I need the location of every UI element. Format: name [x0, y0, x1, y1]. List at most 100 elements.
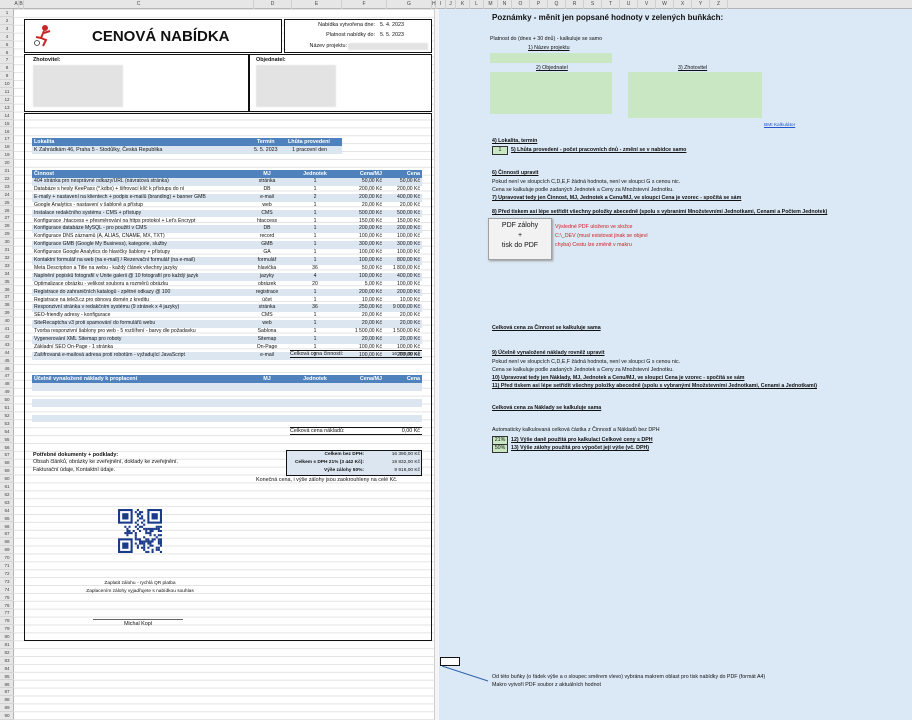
row-header[interactable]: 41: [0, 325, 14, 333]
row-header[interactable]: 62: [0, 491, 14, 499]
table-row[interactable]: [32, 391, 422, 399]
row-header[interactable]: 81: [0, 641, 14, 649]
column-header[interactable]: K: [456, 0, 470, 9]
row-header[interactable]: 45: [0, 357, 14, 365]
row-header[interactable]: 88: [0, 696, 14, 705]
row-header[interactable]: 10: [0, 80, 14, 88]
row-header[interactable]: 59: [0, 467, 14, 476]
row-header[interactable]: 39: [0, 309, 14, 318]
row-header[interactable]: 40: [0, 317, 14, 325]
row-header[interactable]: 60: [0, 475, 14, 483]
row-header[interactable]: 5: [0, 41, 14, 49]
pdf-print-button[interactable]: PDF zálohy + tisk do PDF: [488, 218, 552, 260]
client-input-cell[interactable]: [490, 72, 612, 114]
row-header[interactable]: 30: [0, 238, 14, 246]
row-header[interactable]: 80: [0, 633, 14, 641]
spreadsheet[interactable]: ABCDEFGHIJKLMNOPQRSTUVWXYZ 1 2 3 4 5 6 7 8 9 10 11…: [0, 0, 912, 720]
column-header[interactable]: V: [638, 0, 656, 9]
row-header[interactable]: 71: [0, 562, 14, 570]
row-header[interactable]: 18: [0, 143, 14, 152]
table-row[interactable]: Kontaktní formulář na web (na e-mail) / …: [32, 257, 422, 265]
row-header[interactable]: 43: [0, 341, 14, 349]
row-header[interactable]: 15: [0, 120, 14, 128]
table-row[interactable]: Instalace redakčního systému - CMS + pří…: [32, 209, 422, 218]
column-header[interactable]: N: [498, 0, 512, 9]
table-row[interactable]: [32, 383, 422, 391]
table-row[interactable]: [32, 414, 422, 423]
row-header[interactable]: 64: [0, 507, 14, 515]
column-header[interactable]: Z: [710, 0, 728, 9]
row-header[interactable]: 86: [0, 681, 14, 689]
row-header[interactable]: 87: [0, 688, 14, 697]
row-header[interactable]: 7: [0, 56, 14, 65]
column-header[interactable]: E: [292, 0, 342, 9]
column-header[interactable]: J: [446, 0, 456, 9]
qr-code[interactable]: [118, 509, 162, 553]
column-header[interactable]: P: [530, 0, 548, 9]
table-row[interactable]: Meta Description a Title na webu - každý…: [32, 265, 422, 273]
row-header[interactable]: 9: [0, 72, 14, 81]
row-header[interactable]: 48: [0, 380, 14, 389]
row-header[interactable]: 44: [0, 349, 14, 357]
table-row[interactable]: Databáze s hesly KeePass (*.kdbx) + šifr…: [32, 186, 422, 194]
table-row[interactable]: Konfigurace Google Analytics do hlavičky…: [32, 249, 422, 257]
row-header[interactable]: 55: [0, 436, 14, 444]
row-header[interactable]: 23: [0, 183, 14, 191]
row-header[interactable]: 26: [0, 207, 14, 215]
table-row[interactable]: Konfigurace GMB (Google My Business), ka…: [32, 241, 422, 250]
row-header[interactable]: 1: [0, 9, 14, 17]
column-header[interactable]: D: [254, 0, 292, 9]
row-header[interactable]: 12: [0, 96, 14, 104]
row-header[interactable]: 33: [0, 262, 14, 270]
row-header[interactable]: 52: [0, 412, 14, 420]
row-header-bar[interactable]: 1 2 3 4 5 6 7 8 9 10 11 12 13 14 15 16 17 18 19 20 21 22 23 24 2…: [0, 9, 14, 720]
table-row[interactable]: E-maily + nastavení na klientech + podpi…: [32, 193, 422, 202]
table-row[interactable]: SiteRecaptcha v3 proti spamování do form…: [32, 320, 422, 329]
row-header[interactable]: 66: [0, 523, 14, 531]
table-row[interactable]: Konfigurace DNS záznamů (A, ALIAS, CNAME…: [32, 233, 422, 241]
table-row[interactable]: Vygenerování XML Sitemap pro roboty Sitem…: [32, 336, 422, 344]
row-header[interactable]: 21: [0, 167, 14, 175]
table-row[interactable]: [32, 398, 422, 407]
row-header[interactable]: 20: [0, 159, 14, 167]
row-header[interactable]: 25: [0, 199, 14, 207]
row-header[interactable]: 22: [0, 175, 14, 183]
contractor-input-cell[interactable]: [628, 72, 762, 118]
row-header[interactable]: 69: [0, 546, 14, 555]
row-header[interactable]: 57: [0, 451, 14, 460]
column-header[interactable]: Q: [548, 0, 566, 9]
row-header[interactable]: 84: [0, 665, 14, 673]
deposit-input[interactable]: 50%: [492, 444, 508, 453]
table-row[interactable]: Naplnění popisků fotografií v Unite gale…: [32, 272, 422, 281]
row-header[interactable]: 19: [0, 151, 14, 160]
row-header[interactable]: 27: [0, 214, 14, 223]
row-header[interactable]: 32: [0, 254, 14, 262]
row-header[interactable]: 13: [0, 104, 14, 112]
table-row[interactable]: Google Analytics - nastavení v šabloně a…: [32, 202, 422, 210]
table-row[interactable]: SEO-friendly adresy - konfigurace CMS 1 20,…: [32, 312, 422, 320]
project-input-cell[interactable]: [490, 53, 612, 63]
column-header[interactable]: M: [484, 0, 498, 9]
row-header[interactable]: 72: [0, 570, 14, 578]
table-row[interactable]: Registrace do zahraničních katalogů - zp…: [32, 288, 422, 297]
row-header[interactable]: 54: [0, 428, 14, 436]
s5-input[interactable]: 1: [492, 146, 508, 155]
row-header[interactable]: 24: [0, 191, 14, 199]
column-header[interactable]: O: [512, 0, 530, 9]
row-header[interactable]: 34: [0, 270, 14, 278]
row-header[interactable]: 17: [0, 135, 14, 144]
table-row[interactable]: Konfigurace .htaccess + přesměrování na …: [32, 218, 422, 226]
row-header[interactable]: 89: [0, 704, 14, 713]
row-header[interactable]: 53: [0, 420, 14, 428]
row-header[interactable]: 82: [0, 649, 14, 657]
row-header[interactable]: 74: [0, 586, 14, 594]
row-header[interactable]: 51: [0, 404, 14, 412]
row-header[interactable]: 56: [0, 444, 14, 452]
column-header[interactable]: Y: [692, 0, 710, 9]
row-header[interactable]: 37: [0, 293, 14, 302]
column-header[interactable]: X: [674, 0, 692, 9]
row-header[interactable]: 70: [0, 554, 14, 562]
column-header[interactable]: S: [584, 0, 602, 9]
column-header[interactable]: I: [436, 0, 446, 9]
row-header[interactable]: 58: [0, 459, 14, 468]
